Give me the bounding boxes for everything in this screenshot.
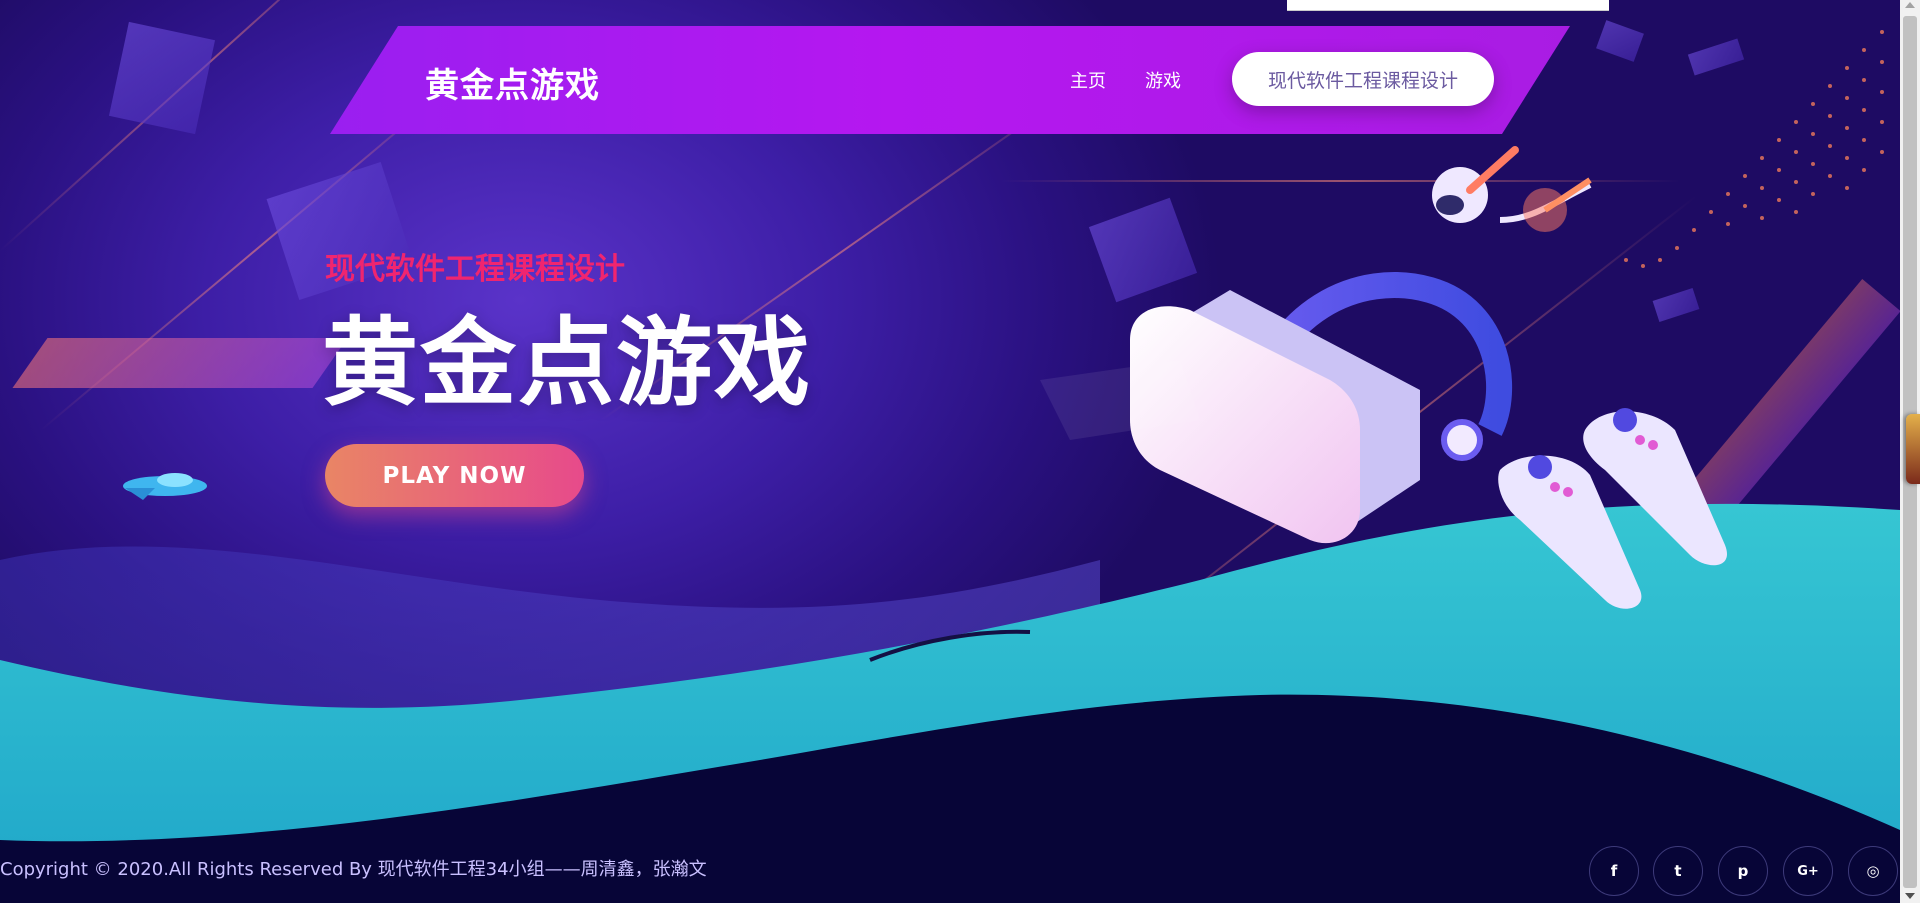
nav-item-home[interactable]: 主页 xyxy=(1070,67,1106,93)
course-design-button[interactable]: 现代软件工程课程设计 xyxy=(1232,52,1494,106)
wave-illustration xyxy=(0,146,1900,903)
spaceship-left xyxy=(123,473,207,500)
copyright-text: Copyright © 2020.All Rights Reserved By … xyxy=(0,859,707,880)
facebook-icon[interactable]: f xyxy=(1589,846,1639,896)
overlay-bar xyxy=(1287,0,1609,11)
hero-title: 黄金点游戏 xyxy=(322,307,812,419)
scroll-up-arrow-icon[interactable] xyxy=(1905,2,1915,8)
hero-eyebrow: 现代软件工程课程设计 xyxy=(325,252,625,287)
site-logo[interactable]: 黄金点游戏 xyxy=(425,58,600,107)
pinterest-icon[interactable]: p xyxy=(1718,846,1768,896)
instagram-icon[interactable]: ◎ xyxy=(1848,846,1898,896)
astronaut-illustration xyxy=(1432,146,1592,232)
scroll-down-arrow-icon[interactable] xyxy=(1905,893,1915,899)
play-now-button[interactable]: PLAY NOW xyxy=(325,444,584,507)
hero-section xyxy=(0,0,1900,903)
vr-headset-illustration xyxy=(1040,272,1513,544)
nav-item-games[interactable]: 游戏 xyxy=(1145,67,1181,93)
side-widget-tab[interactable] xyxy=(1906,414,1920,484)
twitter-icon[interactable]: t xyxy=(1653,846,1703,896)
google-plus-icon[interactable]: G+ xyxy=(1783,846,1833,896)
